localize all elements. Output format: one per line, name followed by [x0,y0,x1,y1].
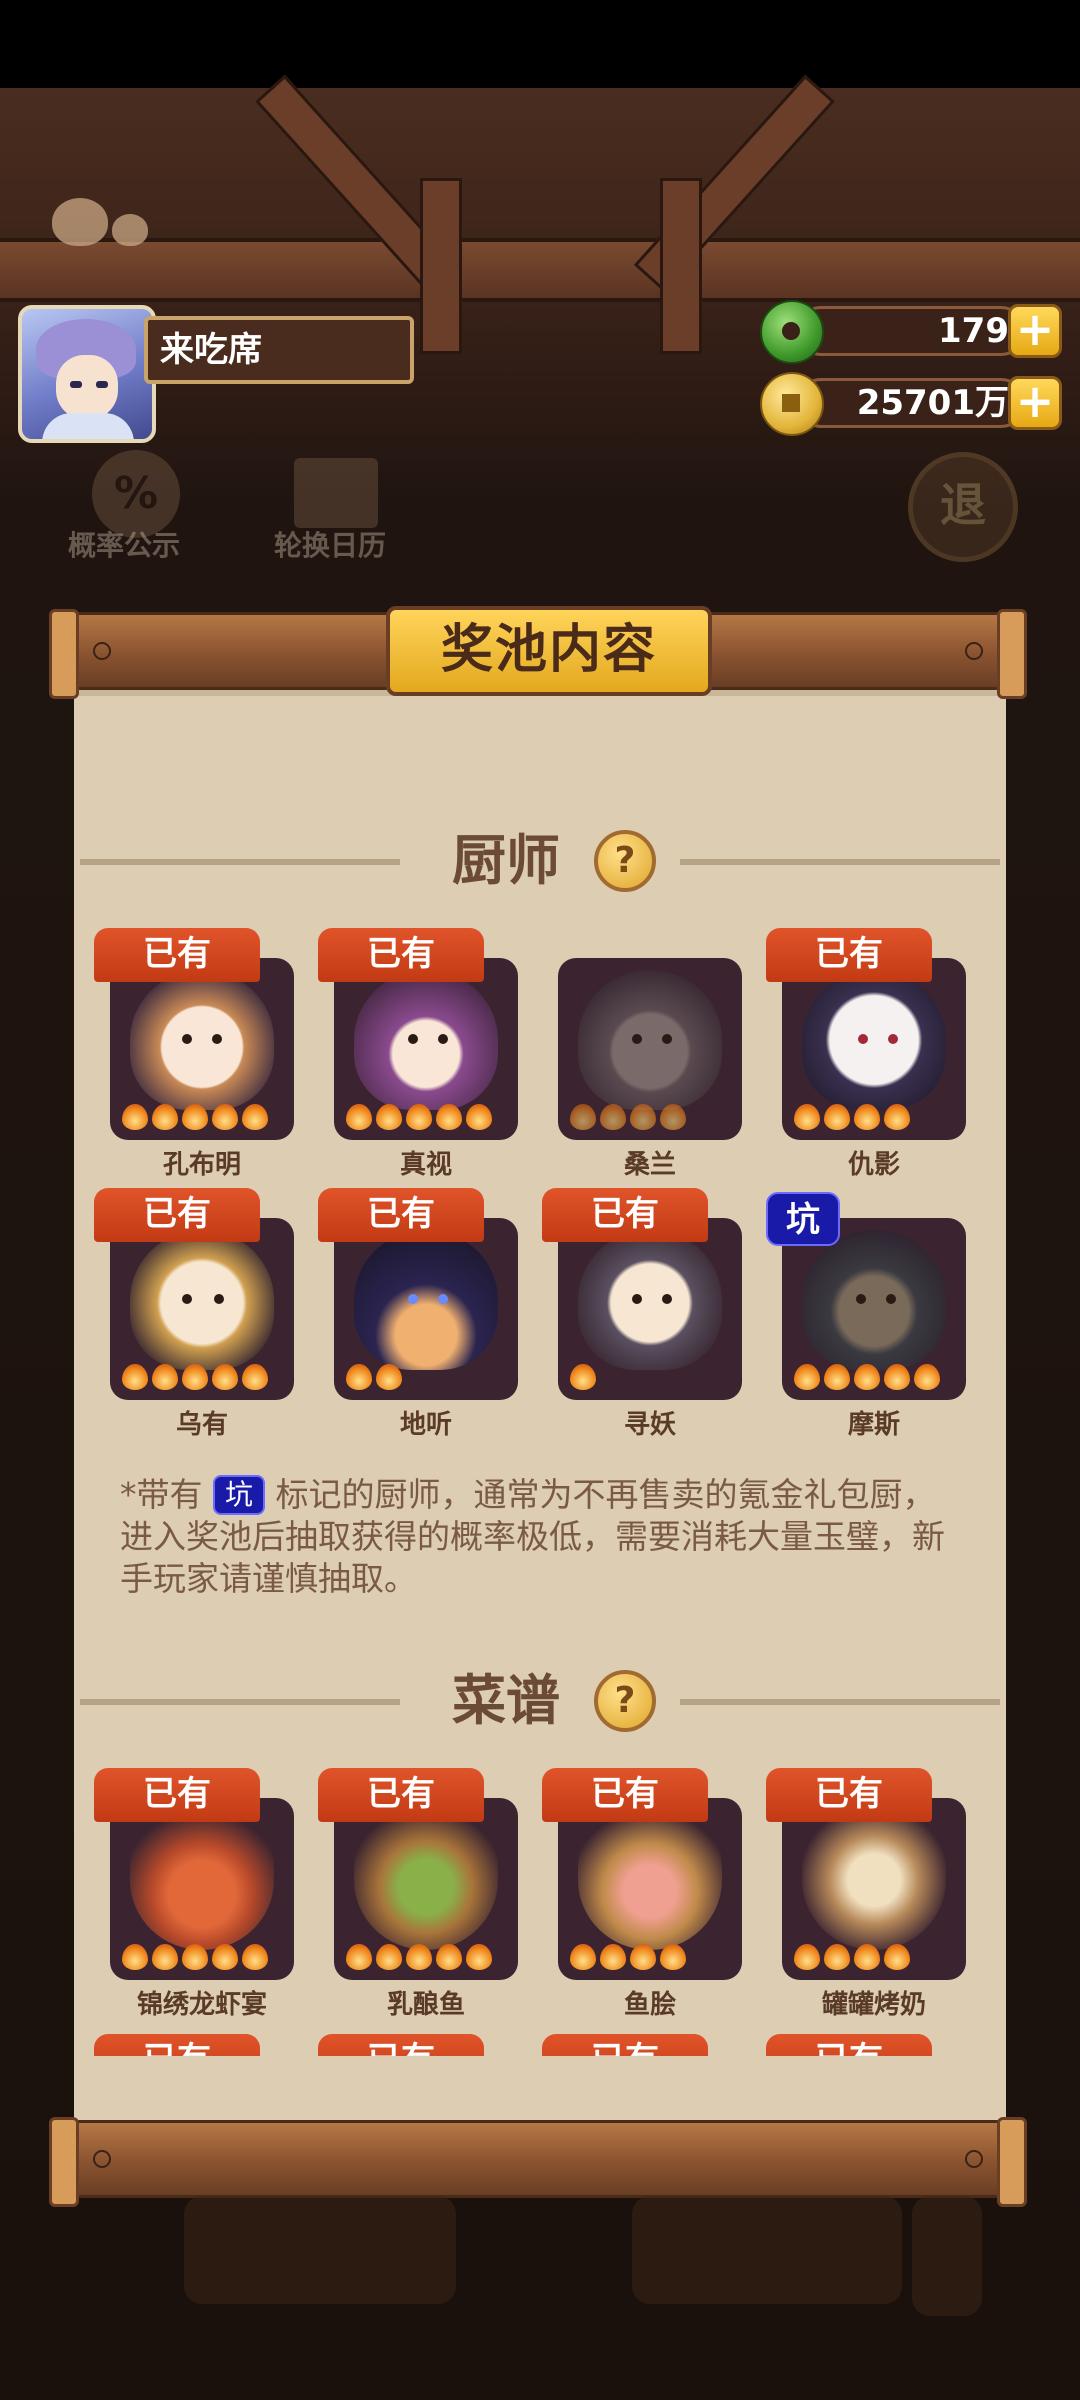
owned-tag: 已有 [318,1768,484,1822]
note-prefix: *带有 [120,1475,203,1514]
exit-button[interactable]: 退 [908,452,1018,562]
owned-tag: 已有 [94,1768,260,1822]
chef-card[interactable]: 已有 孔布明 [94,928,294,1180]
bird-icon [112,214,148,246]
pit-tag: 坑 [766,1192,840,1246]
pit-notice: *带有 坑 标记的厨师，通常为不再售卖的氪金礼包厨，进入奖池后抽取获得的概率极低… [120,1474,960,1600]
discount-badge [912,2196,982,2316]
star-rating [122,1944,268,1974]
star-rating [122,1364,268,1394]
bird-icon [52,198,108,246]
calendar-icon[interactable] [294,458,378,528]
chef-help-button[interactable]: ? [594,830,656,892]
recipe-row-peek: 已有 [542,2034,708,2056]
roof-beam [0,238,1080,302]
probability-button[interactable]: 概率公示 [68,524,180,564]
star-rating [794,1104,910,1134]
recipe-name: 罐罐烤奶 [821,1990,926,2020]
chef-name: 真视 [399,1150,452,1180]
chef-name: 乌有 [175,1410,228,1440]
pit-badge: 坑 [213,1475,266,1515]
add-coin-button[interactable]: + [1008,376,1062,430]
chef-card[interactable]: 已有 乌有 [94,1188,294,1440]
player-name: 来吃席 [144,316,414,384]
chef-name: 仇影 [847,1150,900,1180]
recipe-section-header: 菜谱 ? [80,1666,1000,1736]
jade-icon [760,300,824,364]
owned-tag: 已有 [94,1188,260,1242]
owned-tag: 已有 [318,928,484,982]
panel-title: 奖池内容 [386,606,712,696]
recipe-card[interactable]: 已有 乳酿鱼 [318,1768,518,2020]
recipe-name: 乳酿鱼 [386,1990,465,2020]
star-rating [570,1944,686,1974]
star-rating [794,1364,940,1394]
draw-once-button[interactable] [184,2196,456,2304]
calendar-button[interactable]: 轮换日历 [274,524,386,564]
recipe-help-button[interactable]: ? [594,1670,656,1732]
chef-name: 孔布明 [162,1150,241,1180]
chef-section-header: 厨师 ? [80,826,1000,896]
owned-tag: 已有 [766,1768,932,1822]
chef-section-title: 厨师 [452,829,560,892]
recipe-row-peek: 已有 [318,2034,484,2056]
roof-post [420,178,462,354]
status-bar [0,0,1080,88]
chef-name: 摩斯 [847,1410,900,1440]
coin-icon [760,372,824,436]
recipe-name: 锦绣龙虾宴 [136,1990,267,2020]
star-rating [794,1944,910,1974]
chef-card[interactable]: 桑兰 [558,958,742,1180]
roof-post [660,178,702,354]
chef-card[interactable]: 已有 地听 [318,1188,518,1440]
owned-tag: 已有 [542,1188,708,1242]
owned-tag: 已有 [94,928,260,982]
star-rating [346,1104,492,1134]
chef-name: 桑兰 [623,1150,676,1180]
add-jade-button[interactable]: + [1008,304,1062,358]
coin-currency: 25701万 + [760,372,1062,436]
star-rating [570,1104,686,1134]
player-avatar[interactable] [18,305,156,443]
recipe-card[interactable]: 已有 鱼脍 [542,1768,742,2020]
chef-card[interactable]: 已有 寻妖 [542,1188,742,1440]
chef-card[interactable]: 已有 真视 [318,928,518,1180]
chef-card[interactable]: 已有 仇影 [766,928,966,1180]
star-rating [570,1364,596,1394]
chef-name: 寻妖 [623,1410,676,1440]
star-rating [122,1104,268,1134]
draw-ten-button[interactable] [632,2196,902,2304]
scroll-bottom-rod [49,2117,1027,2207]
chef-name: 地听 [399,1410,452,1440]
recipe-name: 鱼脍 [623,1990,676,2020]
star-rating [346,1944,492,1974]
star-rating [346,1364,402,1394]
recipe-row-peek: 已有 [766,2034,932,2056]
jade-amount: 179 [796,306,1026,356]
recipe-card[interactable]: 已有 罐罐烤奶 [766,1768,966,2020]
owned-tag: 已有 [766,928,932,982]
coin-amount: 25701万 [796,378,1026,428]
recipe-row-peek: 已有 [94,2034,260,2056]
owned-tag: 已有 [542,1768,708,1822]
owned-tag: 已有 [318,1188,484,1242]
jade-currency: 179 + [760,300,1062,364]
recipe-section-title: 菜谱 [452,1669,560,1732]
chef-card[interactable]: 坑 摩斯 [766,1192,966,1440]
recipe-card[interactable]: 已有 锦绣龙虾宴 [94,1768,294,2020]
